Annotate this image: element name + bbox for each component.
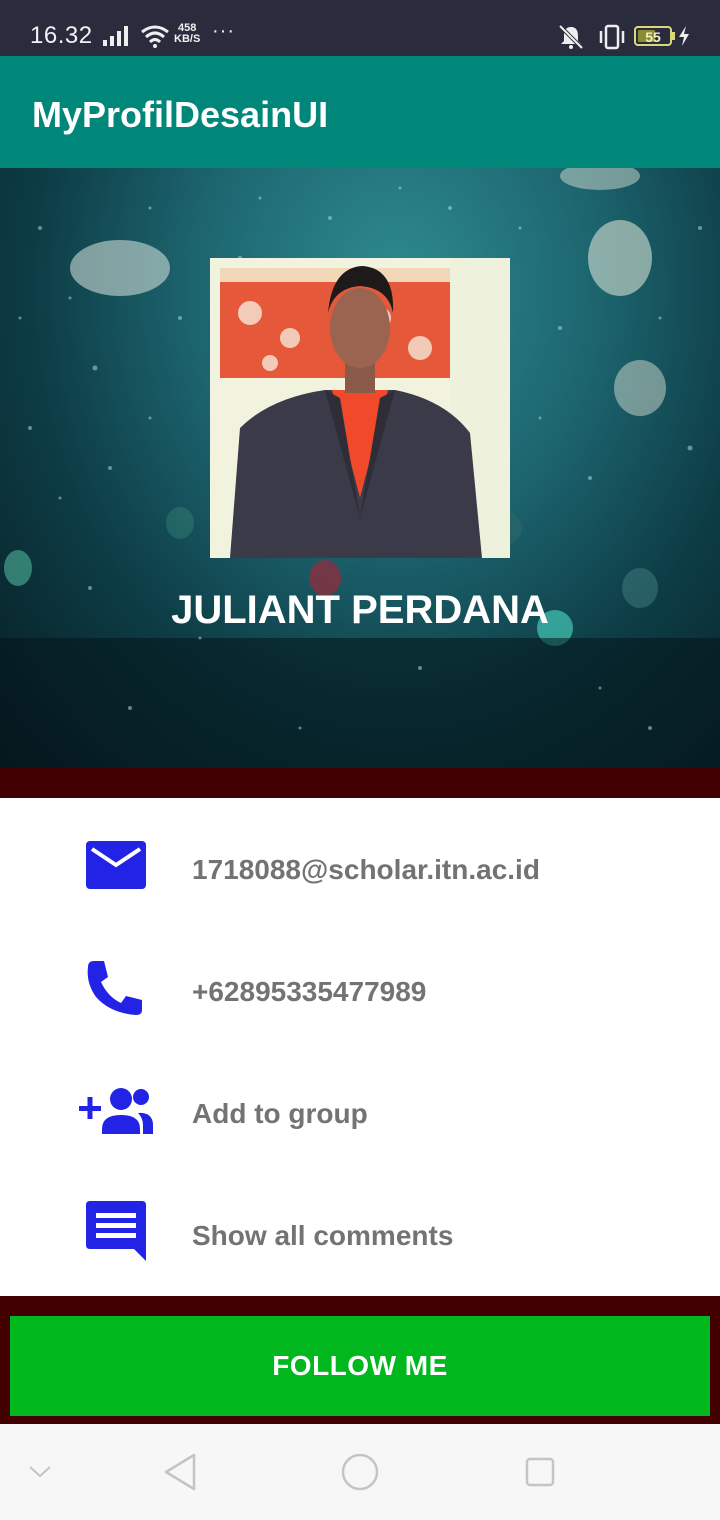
back-icon[interactable] xyxy=(162,1452,198,1492)
phone-row[interactable]: +62895335477989 xyxy=(0,926,720,1048)
comments-row[interactable]: Show all comments xyxy=(0,1170,720,1292)
mute-vibrate-icon xyxy=(558,24,584,50)
battery-tip xyxy=(672,32,675,40)
add-group-row[interactable]: Add to group xyxy=(0,1048,720,1170)
add-group-icon xyxy=(79,1088,153,1134)
app-title: MyProfilDesainUI xyxy=(32,94,329,135)
wifi-icon xyxy=(141,25,169,48)
network-speed-unit: KB/S xyxy=(174,33,201,45)
email-text: 1718088@scholar.itn.ac.id xyxy=(192,854,540,885)
profile-header: JULIANT PERDANA xyxy=(0,168,720,768)
collapse-icon[interactable] xyxy=(28,1464,52,1480)
status-time: 16.32 xyxy=(30,22,93,49)
comments-text: Show all comments xyxy=(192,1220,454,1251)
add-group-text: Add to group xyxy=(192,1098,368,1129)
email-icon xyxy=(86,841,146,889)
phone-text: +62895335477989 xyxy=(192,976,427,1007)
battery-label: 55 xyxy=(645,29,661,45)
battery-icon: 55 xyxy=(634,26,672,46)
profile-name: JULIANT PERDANA xyxy=(171,588,549,632)
charging-icon xyxy=(679,26,689,46)
email-row[interactable]: 1718088@scholar.itn.ac.id xyxy=(0,804,720,926)
contact-info-list: 1718088@scholar.itn.ac.id +6289533547798… xyxy=(0,798,720,1296)
vibrate-icon xyxy=(599,24,625,50)
app-bar: MyProfilDesainUI xyxy=(0,56,720,168)
recents-icon[interactable] xyxy=(524,1456,556,1488)
phone-icon xyxy=(87,961,142,1015)
network-speed: 458 KB/S xyxy=(174,23,200,45)
more-notifications: ··· xyxy=(212,20,235,42)
system-nav-bar xyxy=(0,1424,720,1520)
profile-photo xyxy=(210,258,510,558)
status-bar: 16.32 458 KB/S ··· 55 xyxy=(0,0,720,56)
follow-container: FOLLOW ME xyxy=(0,1296,720,1424)
follow-button[interactable]: FOLLOW ME xyxy=(10,1316,710,1416)
signal-icon xyxy=(103,26,128,46)
divider-strip xyxy=(0,768,720,798)
comment-icon xyxy=(86,1201,146,1261)
home-icon[interactable] xyxy=(340,1452,380,1492)
